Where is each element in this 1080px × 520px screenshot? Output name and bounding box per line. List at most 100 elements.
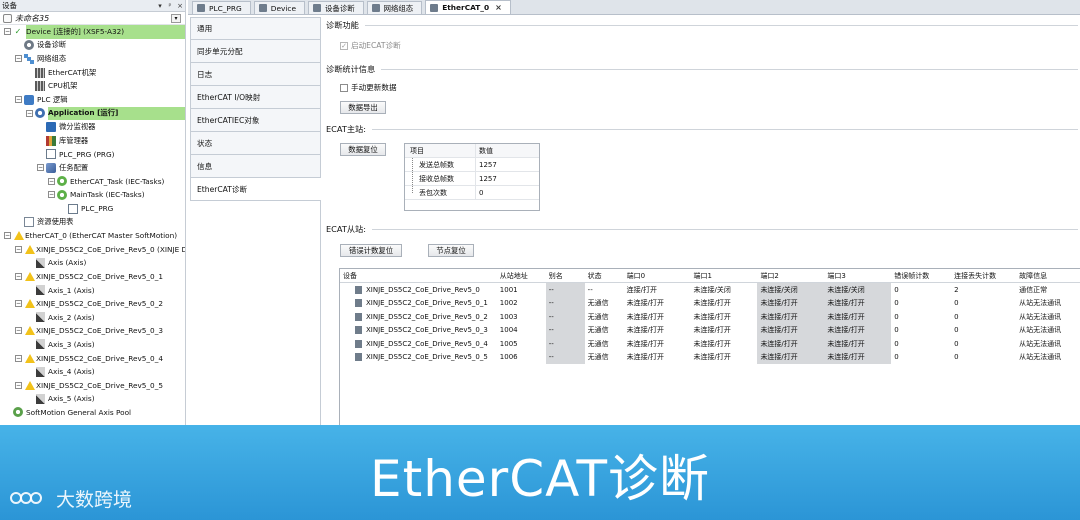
tree-item[interactable]: Axis_3 (Axis) (0, 338, 185, 352)
column-header[interactable]: 错误帧计数 (891, 269, 951, 282)
tree-item[interactable]: − ✓ Device [连接的] (XSF5-A32) (0, 25, 185, 39)
collapse-toggle-icon[interactable]: − (15, 381, 22, 389)
pin-icon[interactable]: ᵖ (165, 2, 175, 10)
manual-update-checkbox[interactable]: 手动更新数据 (340, 82, 397, 93)
drive-icon (355, 312, 362, 321)
cell-从站地址: 1006 (499, 353, 518, 362)
banner-title: EtherCAT诊断 (370, 450, 710, 508)
tab-4[interactable]: EtherCAT_0 × (425, 0, 511, 14)
subnav-item[interactable]: EtherCAT诊断 (190, 178, 321, 201)
subnav-item[interactable]: 日志 (190, 63, 321, 86)
collapse-toggle-icon[interactable]: − (37, 164, 44, 172)
brand-watermark: 大数跨境 (10, 485, 132, 512)
collapse-toggle-icon[interactable]: − (15, 96, 22, 104)
column-header[interactable]: 端口3 (824, 269, 891, 282)
tree-item[interactable]: 库管理器 (0, 134, 185, 148)
tree-item[interactable]: − Application [运行] (0, 106, 185, 121)
enable-ecat-diag-checkbox[interactable]: ✓ 启动ECAT诊断 (340, 40, 401, 51)
close-icon[interactable]: × (175, 2, 185, 10)
column-header[interactable]: 端口1 (691, 269, 758, 282)
subnav-item[interactable]: EtherCATIEC对象 (190, 109, 321, 132)
chevron-down-icon[interactable]: ▾ (171, 13, 181, 23)
collapse-toggle-icon[interactable]: − (4, 232, 11, 240)
data-reset-button[interactable]: 数据复位 (340, 143, 386, 156)
tree-item[interactable]: − XINJE_DS5C2_CoE_Drive_Rev5_0_2 (0, 297, 185, 311)
tree-item[interactable]: Axis_4 (Axis) (0, 365, 185, 379)
collapse-toggle-icon[interactable]: − (48, 177, 55, 185)
column-header[interactable]: 端口0 (624, 269, 691, 282)
table-row[interactable]: XINJE_DS5C2_CoE_Drive_Rev5_0_3 1004 -- 无通信 未… (340, 323, 1080, 337)
tab-3[interactable]: 网络组态 (366, 1, 423, 14)
tree-item[interactable]: 微分监视器 (0, 120, 185, 134)
collapse-toggle-icon[interactable]: − (4, 28, 11, 36)
column-header[interactable]: 设备 (340, 269, 497, 282)
cell-端口0: 未连接/打开 (626, 299, 664, 308)
tree-item-label: 任务配置 (59, 162, 89, 172)
axis-icon (36, 393, 45, 404)
tree-item[interactable]: − 网络组态 (0, 52, 185, 66)
tree-item[interactable]: SoftMotion General Axis Pool (0, 406, 185, 420)
tab-2[interactable]: 设备诊断 (308, 1, 364, 14)
error-count-reset-button[interactable]: 错误计数复位 (340, 244, 402, 257)
tree-item[interactable]: − EtherCAT_0 (EtherCAT Master SoftMotion) (0, 229, 185, 243)
tree-item-label: XINJE_DS5C2_CoE_Drive_Rev5_0_5 (36, 380, 163, 390)
column-header[interactable]: 状态 (585, 269, 624, 282)
cell-错误帧计数: 0 (894, 285, 899, 294)
collapse-toggle-icon[interactable]: − (15, 300, 22, 308)
tree-item[interactable]: PLC_PRG (PRG) (0, 147, 185, 161)
export-data-button[interactable]: 数据导出 (340, 101, 386, 114)
project-row[interactable]: 未命名35 ▾ (0, 12, 185, 25)
subnav-item[interactable]: 通用 (190, 17, 321, 40)
tree-item[interactable]: − 任务配置 (0, 161, 185, 175)
tree-item[interactable]: 设备诊断 (0, 39, 185, 53)
tree-item[interactable]: Axis (Axis) (0, 256, 185, 270)
table-row[interactable]: XINJE_DS5C2_CoE_Drive_Rev5_0_4 1005 -- 无通信 未… (340, 337, 1080, 351)
tree-item[interactable]: Axis_1 (Axis) (0, 283, 185, 297)
gear-icon (24, 40, 34, 51)
tree-item[interactable]: − XINJE_DS5C2_CoE_Drive_Rev5_0 (XINJE DS5… (0, 243, 185, 257)
tree-item[interactable]: PLC_PRG (0, 202, 185, 216)
tree-item[interactable]: − XINJE_DS5C2_CoE_Drive_Rev5_0_4 (0, 351, 185, 365)
column-header[interactable]: 故障信息 (1016, 269, 1080, 282)
stat-name: 发送总帧数 (419, 160, 454, 169)
checkbox-unchecked-icon (340, 83, 348, 92)
node-reset-button[interactable]: 节点复位 (428, 244, 474, 257)
panel-menu-icon[interactable]: ▾ (155, 2, 165, 10)
cell-端口2: 未连接/打开 (757, 310, 825, 324)
tree-item[interactable]: − MainTask (IEC-Tasks) (0, 188, 185, 202)
column-header[interactable]: 从站地址 (497, 269, 546, 282)
collapse-toggle-icon[interactable]: − (26, 109, 33, 117)
tree-item[interactable]: Axis_2 (Axis) (0, 310, 185, 324)
collapse-toggle-icon[interactable]: − (48, 191, 55, 199)
tab-0[interactable]: PLC_PRG (192, 1, 251, 14)
subnav-item[interactable]: 同步单元分配 (190, 40, 321, 63)
table-row[interactable]: XINJE_DS5C2_CoE_Drive_Rev5_0_5 1006 -- 无通信 未… (340, 350, 1080, 364)
tree-item[interactable]: − XINJE_DS5C2_CoE_Drive_Rev5_0_5 (0, 378, 185, 392)
tab-1[interactable]: Device (253, 1, 306, 14)
subnav-item[interactable]: 状态 (190, 132, 321, 155)
tree-item[interactable]: Axis_5 (Axis) (0, 392, 185, 406)
tree-item[interactable]: − XINJE_DS5C2_CoE_Drive_Rev5_0_3 (0, 324, 185, 338)
tree-item[interactable]: 资源使用表 (0, 215, 185, 229)
subnav-item[interactable]: 信息 (190, 155, 321, 178)
column-header[interactable]: 连接丢失计数 (951, 269, 1016, 282)
slave-device-name: XINJE_DS5C2_CoE_Drive_Rev5_0_2 (366, 312, 488, 321)
subnav-item[interactable]: EtherCAT I/O映射 (190, 86, 321, 109)
tree-item[interactable]: CPU机架 (0, 79, 185, 93)
close-tab-icon[interactable]: × (495, 3, 502, 12)
tree-item[interactable]: − EtherCAT_Task (IEC-Tasks) (0, 175, 185, 189)
collapse-toggle-icon[interactable]: − (15, 55, 22, 63)
table-row[interactable]: XINJE_DS5C2_CoE_Drive_Rev5_0_2 1003 -- 无通信 未… (340, 310, 1080, 324)
table-row[interactable]: XINJE_DS5C2_CoE_Drive_Rev5_0_1 1002 -- 无通信 未… (340, 296, 1080, 310)
collapse-toggle-icon[interactable]: − (15, 327, 22, 335)
column-header[interactable]: 别名 (546, 269, 585, 282)
column-header[interactable]: 端口2 (757, 269, 824, 282)
tree-item[interactable]: EtherCAT机架 (0, 66, 185, 80)
tree-item[interactable]: − PLC 逻辑 (0, 93, 185, 107)
table-row[interactable]: XINJE_DS5C2_CoE_Drive_Rev5_0 1001 -- -- 连接/打… (340, 283, 1080, 297)
collapse-toggle-icon[interactable]: − (15, 354, 22, 362)
collapse-toggle-icon[interactable]: − (15, 245, 22, 253)
tree-item[interactable]: − XINJE_DS5C2_CoE_Drive_Rev5_0_1 (0, 270, 185, 284)
slave-device-name: XINJE_DS5C2_CoE_Drive_Rev5_0_5 (366, 353, 488, 362)
collapse-toggle-icon[interactable]: − (15, 272, 22, 280)
